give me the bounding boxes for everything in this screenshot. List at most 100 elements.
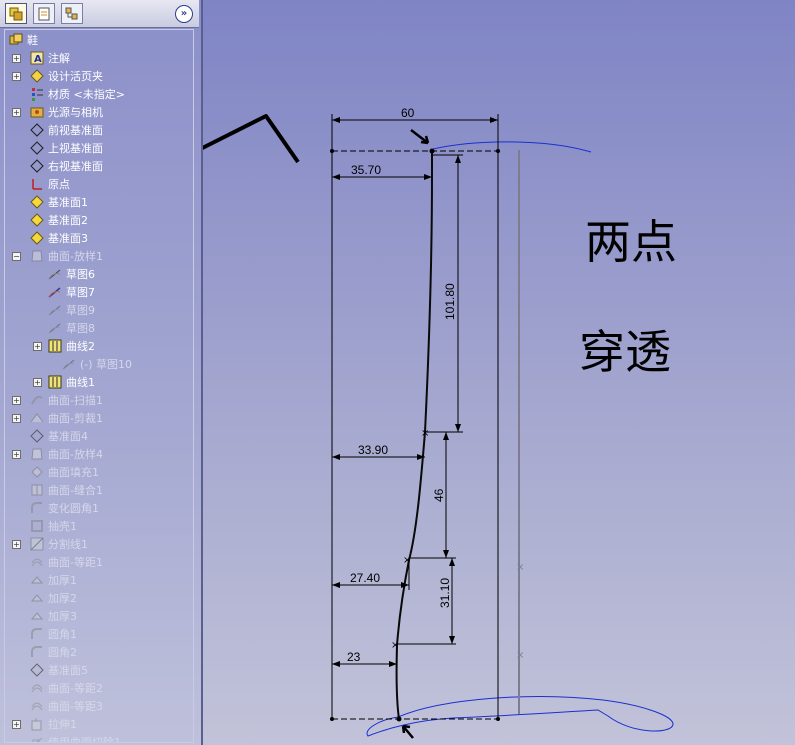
tree-item[interactable]: 草图9 bbox=[47, 301, 95, 319]
fillet-icon bbox=[29, 500, 45, 516]
tree-item[interactable]: 曲面-缝合1 bbox=[29, 481, 103, 499]
tree-item[interactable]: 鞋 bbox=[8, 31, 38, 49]
tree-item[interactable]: 曲面-等距3 bbox=[29, 697, 103, 715]
tree-item-label: 曲面-等距2 bbox=[48, 682, 103, 695]
tree-item[interactable]: 设计活页夹 bbox=[29, 67, 103, 85]
guide-curve-top bbox=[432, 141, 592, 153]
tree-expander[interactable]: + bbox=[12, 414, 21, 423]
tree-item-label: 基准面5 bbox=[48, 664, 88, 677]
tree-expander[interactable]: + bbox=[12, 108, 21, 117]
tree-expander[interactable]: + bbox=[12, 720, 21, 729]
tree-item[interactable]: 右视基准面 bbox=[29, 157, 103, 175]
featuremanager-tab-icon bbox=[9, 7, 23, 20]
tree-item[interactable]: 曲面填充1 bbox=[29, 463, 99, 481]
tree-item[interactable]: 曲线1 bbox=[47, 373, 95, 391]
svg-text:×: × bbox=[403, 555, 411, 566]
tree-item[interactable]: 基准面4 bbox=[29, 427, 88, 445]
plane-icon bbox=[29, 662, 45, 678]
tree-item[interactable]: (-) 草图10 bbox=[61, 355, 132, 373]
dim-mid-offset[interactable]: 33.90 bbox=[358, 443, 388, 457]
tree-item[interactable]: 加厚1 bbox=[29, 571, 77, 589]
tree-item[interactable]: 曲面-等距2 bbox=[29, 679, 103, 697]
tree-expander[interactable]: + bbox=[12, 540, 21, 549]
tree-item[interactable]: 曲面-放样1 bbox=[29, 247, 103, 265]
tree-item[interactable]: 抽壳1 bbox=[29, 517, 77, 535]
tree-item-label: 加厚2 bbox=[48, 592, 77, 605]
featuremanager-tab[interactable] bbox=[5, 3, 27, 24]
tree-item[interactable]: 曲面-剪裁1 bbox=[29, 409, 103, 427]
tree-item[interactable]: 基准面3 bbox=[29, 229, 88, 247]
origin-icon bbox=[29, 176, 45, 192]
tree-item[interactable]: 拉伸1 bbox=[29, 715, 77, 733]
tree-item[interactable]: 草图8 bbox=[47, 319, 95, 337]
tree-item-label: 变化圆角1 bbox=[48, 502, 99, 515]
tree-item[interactable]: 变化圆角1 bbox=[29, 499, 99, 517]
plane-icon bbox=[29, 158, 45, 174]
tree-expander[interactable]: + bbox=[12, 450, 21, 459]
tree-item[interactable]: 草图7 bbox=[47, 283, 95, 301]
tree-item[interactable]: 加厚3 bbox=[29, 607, 77, 625]
design-binder-icon bbox=[29, 68, 45, 84]
tree-item-label: 曲面-放样1 bbox=[48, 250, 103, 263]
tree-item[interactable]: 加厚2 bbox=[29, 589, 77, 607]
tree-expander[interactable]: + bbox=[33, 378, 42, 387]
tree-item-label: 曲面-放样4 bbox=[48, 448, 103, 461]
annotation-icon: A bbox=[29, 50, 45, 66]
tree-item-label: 曲面填充1 bbox=[48, 466, 99, 479]
tree-item-label: 拉伸1 bbox=[48, 718, 77, 731]
tree-item[interactable]: 前视基准面 bbox=[29, 121, 103, 139]
tree-item[interactable]: 上视基准面 bbox=[29, 139, 103, 157]
tree-item-label: 光源与相机 bbox=[48, 106, 103, 119]
propertymanager-tab[interactable] bbox=[33, 3, 55, 24]
tree-item[interactable]: 曲面-等距1 bbox=[29, 553, 103, 571]
offset-icon bbox=[29, 680, 45, 696]
tree-item[interactable]: 曲线2 bbox=[47, 337, 95, 355]
tree-expander[interactable]: + bbox=[12, 54, 21, 63]
tree-expander[interactable]: + bbox=[12, 72, 21, 81]
tree-item-label: 圆角1 bbox=[48, 628, 77, 641]
tree-item-label: 基准面1 bbox=[48, 196, 88, 209]
surface-cut-icon bbox=[29, 734, 45, 742]
tree-item[interactable]: 基准面5 bbox=[29, 661, 88, 679]
plane-yellow-icon bbox=[29, 230, 45, 246]
tree-item[interactable]: 曲面-扫描1 bbox=[29, 391, 103, 409]
dim-top-offset[interactable]: 35.70 bbox=[351, 163, 381, 177]
tree-item-label: 加厚1 bbox=[48, 574, 77, 587]
tree-item-label: 基准面3 bbox=[48, 232, 88, 245]
tree-item-label: 基准面4 bbox=[48, 430, 88, 443]
plane-icon bbox=[29, 428, 45, 444]
tree-item[interactable]: 使用曲面切除1 bbox=[29, 733, 121, 742]
dim-lower-offset[interactable]: 27.40 bbox=[350, 571, 380, 585]
tree-item[interactable]: 基准面1 bbox=[29, 193, 88, 211]
plane-icon bbox=[29, 122, 45, 138]
dim-bottom-offset[interactable]: 23 bbox=[347, 650, 361, 664]
tree-item[interactable]: 圆角2 bbox=[29, 643, 77, 661]
expand-panel-button[interactable]: » bbox=[175, 5, 193, 23]
dim-height-middle[interactable]: 46 bbox=[432, 488, 446, 502]
tree-item[interactable]: 曲面-放样4 bbox=[29, 445, 103, 463]
fill-icon bbox=[29, 464, 45, 480]
tree-item[interactable]: 光源与相机 bbox=[29, 103, 103, 121]
tree-expander[interactable]: + bbox=[33, 342, 42, 351]
dim-height-lower[interactable]: 31.10 bbox=[438, 578, 452, 608]
tree-item[interactable]: 分割线1 bbox=[29, 535, 88, 553]
sketch-icon bbox=[47, 266, 63, 282]
tree-expander[interactable]: − bbox=[12, 252, 21, 261]
tree-item[interactable]: 原点 bbox=[29, 175, 70, 193]
sketch-icon bbox=[47, 302, 63, 318]
thicken-icon bbox=[29, 590, 45, 606]
dim-height-upper[interactable]: 101.80 bbox=[443, 283, 457, 320]
tree-item-label: 曲线2 bbox=[66, 340, 95, 353]
graphics-viewport[interactable]: × × × × × 60 35.70 101.80 33.90 46 27.40… bbox=[203, 0, 795, 745]
thicken-icon bbox=[29, 572, 45, 588]
tree-item[interactable]: 草图6 bbox=[47, 265, 95, 283]
tree-item[interactable]: A 注解 bbox=[29, 49, 70, 67]
configuration-tab[interactable] bbox=[61, 3, 83, 24]
tree-item-label: 曲面-剪裁1 bbox=[48, 412, 103, 425]
tree-item[interactable]: 基准面2 bbox=[29, 211, 88, 229]
tree-expander[interactable]: + bbox=[12, 396, 21, 405]
tree-item[interactable]: 圆角1 bbox=[29, 625, 77, 643]
tree-item[interactable]: 材质 <未指定> bbox=[29, 85, 125, 103]
dim-width-total[interactable]: 60 bbox=[401, 106, 415, 120]
material-icon bbox=[29, 86, 45, 102]
